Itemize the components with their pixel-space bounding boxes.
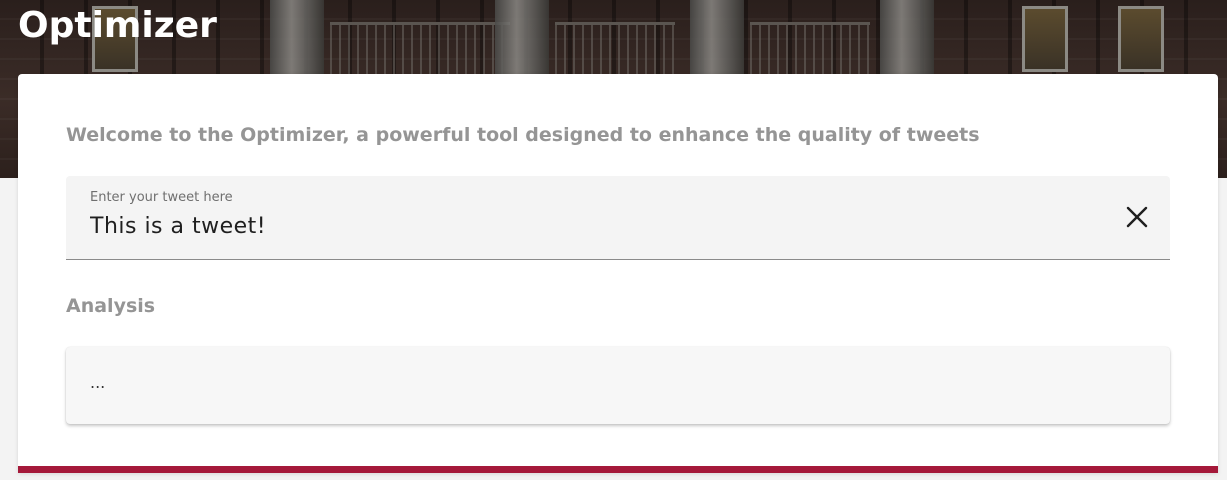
tweet-input-field[interactable]: Enter your tweet here [66,176,1170,260]
banner-railing [750,22,870,77]
analysis-heading: Analysis [66,295,156,317]
tweet-input-label: Enter your tweet here [90,190,233,205]
banner-window [1118,6,1164,72]
app-title: Optimizer [18,5,217,46]
welcome-text: Welcome to the Optimizer, a powerful too… [66,124,980,146]
banner-railing [330,22,510,77]
banner-railing [555,22,675,77]
analysis-output: ... [66,347,1170,424]
close-icon [1126,206,1148,228]
analysis-text: ... [90,373,106,392]
clear-tweet-button[interactable] [1124,204,1150,230]
accent-bar [18,466,1218,473]
main-card: Welcome to the Optimizer, a powerful too… [18,74,1218,473]
banner-window [1022,6,1068,72]
tweet-input[interactable] [90,214,1090,239]
